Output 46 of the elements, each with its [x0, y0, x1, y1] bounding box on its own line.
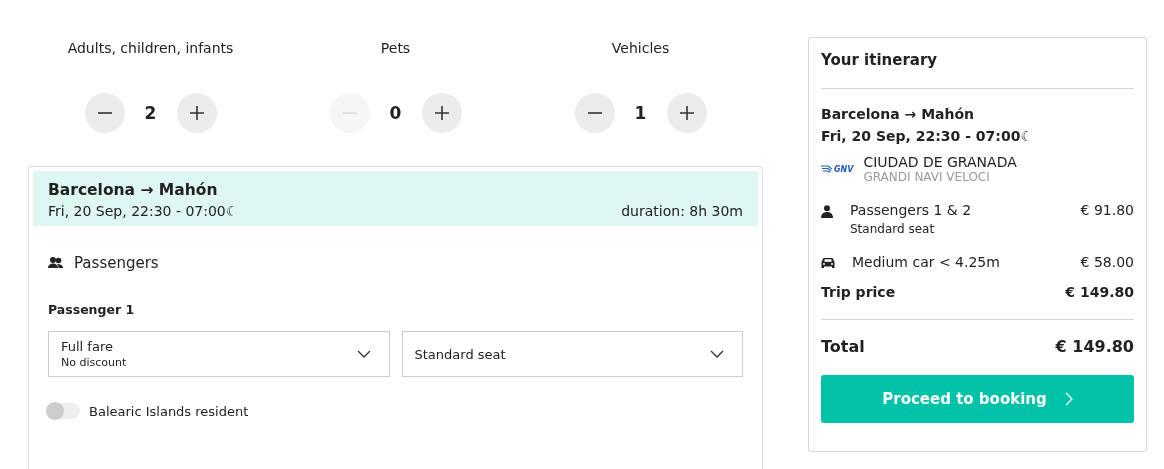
toggle-switch[interactable] [46, 403, 80, 419]
item-label: Passengers 1 & 2 [850, 202, 973, 218]
counter-value: 1 [634, 103, 647, 123]
total-price: € 149.80 [1055, 337, 1134, 356]
ship-name: CIUDAD DE GRANADA [863, 154, 1017, 170]
chevron-down-icon [356, 350, 371, 358]
schedule-text: Fri, 20 Sep, 22:30 - 07:00☾ [48, 203, 239, 219]
trip-price-label: Trip price [821, 284, 896, 300]
increment-button[interactable] [666, 93, 707, 133]
item-price: € 58.00 [1080, 254, 1134, 270]
chevron-down-icon [710, 350, 724, 358]
counter-label: Pets [380, 40, 411, 58]
plus-icon [433, 105, 450, 121]
trip-price: € 149.80 [1065, 284, 1134, 300]
car-icon [821, 257, 835, 269]
passenger-label: Passenger 1 [48, 302, 136, 317]
ship-logo: GNV [821, 164, 854, 174]
total-label: Total [821, 337, 865, 356]
item-detail: Standard seat [850, 222, 936, 236]
counter-label: Vehicles [611, 40, 670, 58]
item-price: € 91.80 [1080, 202, 1134, 218]
itinerary-title: Your itinerary [821, 51, 939, 69]
select-field[interactable]: Full fare No discount [48, 331, 390, 377]
increment-button[interactable] [421, 93, 462, 133]
plus-icon [678, 105, 695, 121]
toggle-label: Balearic Islands resident [89, 403, 249, 419]
increment-button[interactable] [176, 93, 217, 133]
plus-icon [188, 105, 205, 121]
minus-icon [96, 112, 113, 114]
schedule-text: Fri, 20 Sep, 22:30 - 07:00☾ [821, 128, 1034, 144]
select-field[interactable]: Standard seat [401, 331, 743, 377]
decrement-button[interactable] [84, 93, 125, 133]
duration-text: duration: 8h 30m [621, 203, 743, 219]
people-icon [48, 256, 64, 270]
minus-icon [586, 112, 603, 114]
route-title: Barcelona → Mahón [821, 106, 976, 122]
route-title: Barcelona → Mahón [48, 181, 219, 199]
counter-value: 0 [389, 103, 402, 123]
operator-name: GRANDI NAVI VELOCI [863, 170, 991, 184]
decrement-button[interactable] [574, 93, 615, 133]
item-label: Medium car < 4.25m [852, 254, 1001, 270]
chevron-right-icon [1064, 392, 1073, 406]
counter-value: 2 [144, 103, 157, 123]
person-icon [821, 205, 833, 218]
counter-label: Adults, children, infants [67, 40, 234, 58]
section-title: Passengers [74, 254, 159, 272]
